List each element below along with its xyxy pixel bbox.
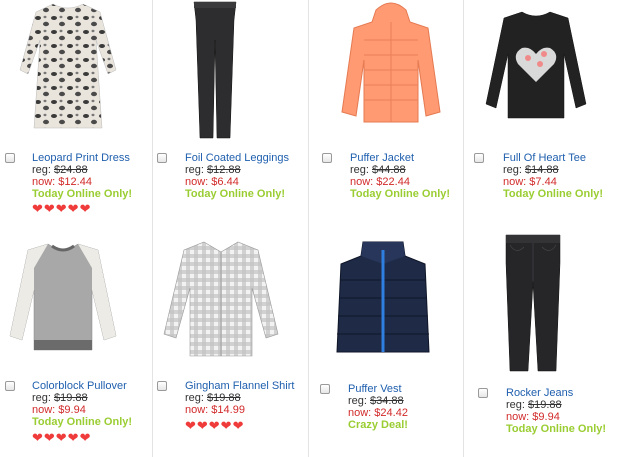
now-label: now: (503, 176, 530, 188)
sale-price: now: $9.94 (32, 404, 86, 416)
reg-label: reg: (506, 399, 529, 411)
reg-value: $19.88 (207, 392, 241, 404)
reg-value: $24.88 (54, 164, 88, 176)
sale-price: now: $9.94 (506, 411, 560, 423)
now-value: $12.44 (58, 176, 92, 188)
reg-label: reg: (32, 392, 55, 404)
now-value: $9.94 (532, 411, 560, 423)
regular-price: reg: $24.88 (32, 164, 88, 176)
regular-price: reg: $14.88 (503, 164, 559, 176)
regular-price: reg: $12.88 (185, 164, 241, 176)
reg-value: $14.88 (525, 164, 559, 176)
now-label: now: (350, 176, 377, 188)
reg-value: $19.88 (528, 399, 562, 411)
reg-label: reg: (185, 392, 208, 404)
product-name-link[interactable]: Rocker Jeans (506, 387, 573, 399)
reg-label: reg: (350, 164, 373, 176)
now-value: $24.42 (374, 407, 408, 419)
regular-price: reg: $19.88 (506, 399, 562, 411)
product-name-link[interactable]: Colorblock Pullover (32, 380, 127, 392)
product-name-link[interactable]: Foil Coated Leggings (185, 152, 289, 164)
product-checkbox[interactable] (5, 153, 15, 163)
now-value: $6.44 (211, 176, 239, 188)
reg-value: $19.88 (54, 392, 88, 404)
sale-price: now: $14.99 (185, 404, 245, 416)
puffer-jacket-icon[interactable] (340, 0, 442, 130)
reg-label: reg: (185, 164, 208, 176)
regular-price: reg: $19.88 (32, 392, 88, 404)
rating-hearts-icon: ❤❤❤❤❤ (32, 430, 92, 445)
product-name-link[interactable]: Puffer Jacket (350, 152, 414, 164)
sale-price: now: $7.44 (503, 176, 557, 188)
promo-text: Today Online Only! (185, 188, 286, 200)
now-label: now: (185, 176, 212, 188)
promo-text: Today Online Only! (503, 188, 604, 200)
pullover-icon[interactable] (8, 240, 118, 352)
reg-value: $44.88 (372, 164, 406, 176)
sale-price: now: $6.44 (185, 176, 239, 188)
column-divider (463, 0, 464, 457)
now-value: $22.44 (376, 176, 410, 188)
product-checkbox[interactable] (5, 381, 15, 391)
rating-hearts-icon: ❤❤❤❤❤ (32, 201, 92, 216)
regular-price: reg: $34.88 (348, 395, 404, 407)
heart-tee-icon[interactable] (484, 8, 588, 120)
product-checkbox[interactable] (320, 384, 330, 394)
product-checkbox[interactable] (157, 381, 167, 391)
product-name-link[interactable]: Full Of Heart Tee (503, 152, 586, 164)
leggings-icon[interactable] (190, 0, 240, 140)
product-checkbox[interactable] (322, 153, 332, 163)
leopard-dress-icon[interactable] (18, 0, 118, 132)
reg-value: $12.88 (207, 164, 241, 176)
column-divider (152, 0, 153, 457)
now-value: $14.99 (211, 404, 245, 416)
now-label: now: (32, 176, 59, 188)
product-name-link[interactable]: Gingham Flannel Shirt (185, 380, 294, 392)
sale-price: now: $12.44 (32, 176, 92, 188)
gingham-shirt-icon[interactable] (162, 238, 280, 358)
jeans-icon[interactable] (502, 233, 564, 373)
promo-text: Crazy Deal! (348, 419, 408, 431)
regular-price: reg: $19.88 (185, 392, 241, 404)
now-label: now: (506, 411, 533, 423)
promo-text: Today Online Only! (32, 416, 133, 428)
now-label: now: (185, 404, 212, 416)
reg-label: reg: (503, 164, 526, 176)
reg-label: reg: (348, 395, 371, 407)
now-value: $7.44 (529, 176, 557, 188)
product-name-link[interactable]: Puffer Vest (348, 383, 402, 395)
promo-text: Today Online Only! (32, 188, 133, 200)
now-label: now: (32, 404, 59, 416)
now-label: now: (348, 407, 375, 419)
now-value: $9.94 (58, 404, 86, 416)
column-divider (308, 0, 309, 457)
promo-text: Today Online Only! (506, 423, 607, 435)
reg-label: reg: (32, 164, 55, 176)
product-checkbox[interactable] (478, 388, 488, 398)
rating-hearts-icon: ❤❤❤❤❤ (185, 418, 245, 433)
puffer-vest-icon[interactable] (333, 240, 433, 358)
product-checkbox[interactable] (474, 153, 484, 163)
sale-price: now: $22.44 (350, 176, 410, 188)
reg-value: $34.88 (370, 395, 404, 407)
product-checkbox[interactable] (157, 153, 167, 163)
promo-text: Today Online Only! (350, 188, 451, 200)
product-name-link[interactable]: Leopard Print Dress (32, 152, 130, 164)
sale-price: now: $24.42 (348, 407, 408, 419)
regular-price: reg: $44.88 (350, 164, 406, 176)
